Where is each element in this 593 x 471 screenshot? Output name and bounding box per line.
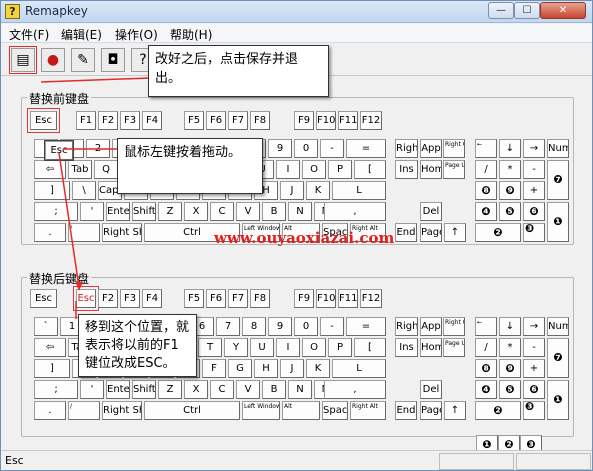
- callout-save-exit: 改好之后，点击保存并退出。: [148, 45, 329, 97]
- callout-drag: 鼠标左键按着拖动。: [117, 138, 263, 194]
- status-panel-2: [516, 453, 591, 470]
- watermark: www.ouyaoxiazai.com: [214, 229, 395, 247]
- status-panel-1: [439, 453, 514, 470]
- status-bar: Esc: [1, 450, 592, 470]
- callout-moved: 移到这个位置，就表示将以前的F1键位改成ESC。: [78, 314, 197, 377]
- status-text: Esc: [5, 454, 24, 467]
- app-window: ? Remapkey — ☐ ✕ 文件(F) 编辑(E) 操作(O) 帮助(H)…: [0, 0, 593, 471]
